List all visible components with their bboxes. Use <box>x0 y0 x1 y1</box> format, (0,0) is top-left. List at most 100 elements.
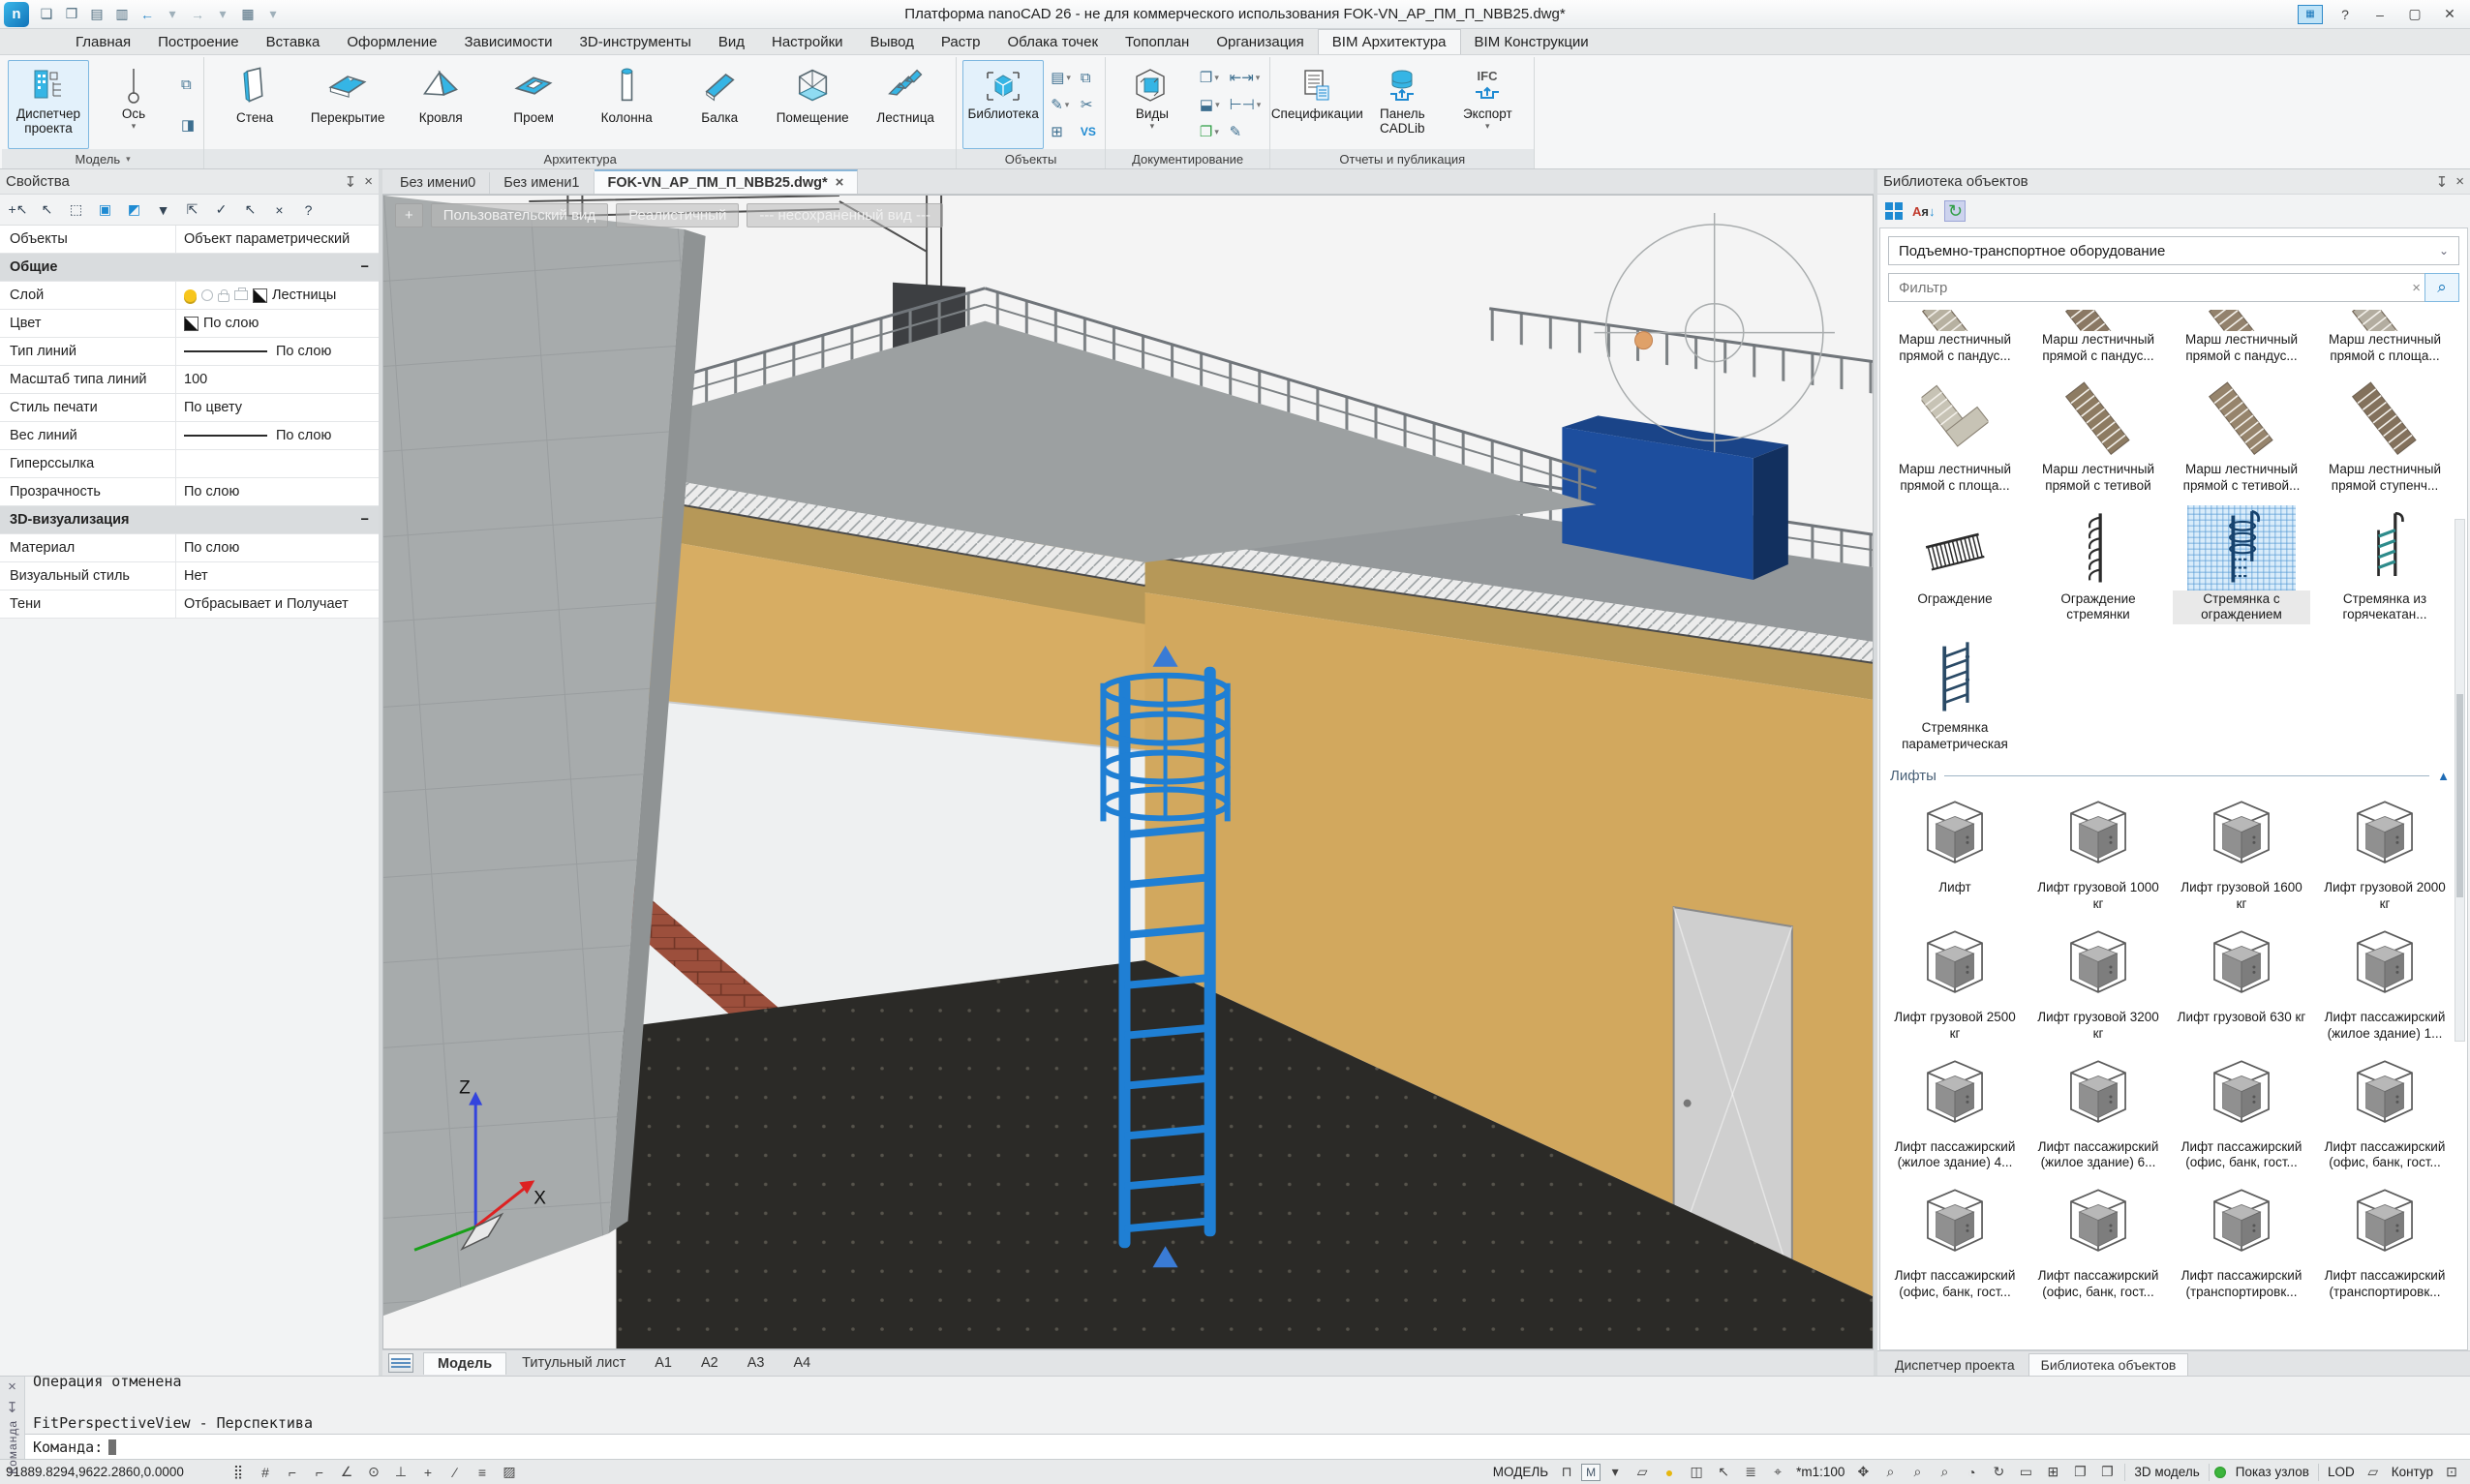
maximize-button[interactable]: ▢ <box>2398 3 2431 26</box>
group-dialog-icon[interactable]: ▾ <box>126 154 131 165</box>
library-button[interactable]: Библиотека <box>962 60 1044 149</box>
views-button[interactable]: Виды ▾ <box>1112 60 1193 149</box>
close-button[interactable]: ✕ <box>2433 3 2466 26</box>
layer-lock-icon[interactable] <box>218 293 229 302</box>
open-file-icon[interactable]: ❒ <box>60 4 83 25</box>
library-item[interactable]: Лифт грузовой 3200 кг <box>2029 924 2167 1044</box>
plane-section-icon[interactable]: ⬓▾ <box>1197 93 1223 116</box>
prop-section-3d-viz[interactable]: 3D-визуализация− <box>0 506 379 534</box>
sheet-tab[interactable]: Модель <box>423 1352 506 1375</box>
view-number-icon[interactable]: ▤▾ <box>1048 66 1074 89</box>
close-icon[interactable]: × <box>8 1378 16 1395</box>
layer-on-icon[interactable] <box>184 289 197 302</box>
ribbon-tab[interactable]: Облака точек <box>993 30 1112 54</box>
update-view-icon[interactable]: ❐▾ <box>1197 120 1223 143</box>
contour-icon[interactable]: ▱ <box>2361 1462 2386 1483</box>
axis-copy-icon[interactable]: ⧉ <box>178 73 198 96</box>
undo-icon[interactable]: ← <box>136 4 159 25</box>
bulb-icon[interactable]: ● <box>1657 1462 1682 1483</box>
add-object-icon[interactable]: ⊞ <box>1048 120 1074 143</box>
prop-row-color[interactable]: Цвет По слою <box>0 310 379 338</box>
cadlib-panel-button[interactable]: Панель CADLib <box>1361 60 1443 149</box>
close-icon[interactable]: × <box>2455 173 2464 191</box>
cube-iso-icon[interactable]: ❐ <box>2094 1462 2119 1483</box>
prop-row-hyperlink[interactable]: Гиперссылка <box>0 450 379 478</box>
library-item[interactable]: Марш лестничный прямой с площа... <box>2316 310 2454 366</box>
dynamic-input-icon[interactable]: ⌖ <box>1765 1462 1790 1483</box>
deselect-icon[interactable]: × <box>266 197 292 222</box>
window-select-icon[interactable]: ⬚ <box>63 197 89 222</box>
zoom-prev-icon[interactable]: ⌕ <box>1932 1462 1957 1483</box>
cursor-select-icon[interactable]: ↖ <box>237 197 263 222</box>
library-item[interactable]: Лифт пассажирский (жилое здание) 4... <box>1886 1053 2024 1173</box>
ribbon-button[interactable]: Стена <box>210 60 299 149</box>
lock-icon[interactable]: ⊓ <box>1554 1462 1579 1483</box>
apply-check-icon[interactable]: ✓ <box>208 197 234 222</box>
library-item[interactable]: Лифт пассажирский (транспортировк... <box>2173 1182 2310 1302</box>
lifts-section-header[interactable]: Лифты ▲ <box>1890 768 2450 784</box>
ribbon-tab[interactable]: Настройки <box>758 30 857 54</box>
ribbon-tab[interactable]: Вид <box>705 30 758 54</box>
cube-view-icon[interactable]: ❐ <box>2067 1462 2092 1483</box>
command-input[interactable]: Команда: <box>25 1434 2470 1459</box>
monitor-icon[interactable]: ▭ <box>2013 1462 2038 1483</box>
axis-button[interactable]: Ось ▾ <box>93 60 174 149</box>
library-item[interactable]: Лифт грузовой 2500 кг <box>1886 924 2024 1044</box>
library-item[interactable]: Лифт грузовой 630 кг <box>2173 924 2310 1044</box>
ribbon-tab[interactable]: Вставка <box>253 30 334 54</box>
sort-alpha-icon[interactable]: Ая↓ <box>1912 204 1935 219</box>
sheet-tab[interactable]: А2 <box>687 1352 732 1375</box>
session-panel-icon[interactable]: ▦ <box>2298 5 2323 24</box>
collapse-section-icon[interactable]: ▲ <box>2437 769 2450 783</box>
zoom-window-icon[interactable]: ⌕ <box>1905 1462 1930 1483</box>
pin-icon[interactable]: ↧ <box>345 173 357 191</box>
category-select[interactable]: Подъемно-транспортное оборудование ⌄ <box>1888 236 2459 265</box>
help-icon[interactable]: ? <box>295 197 321 222</box>
isolate-objects-icon[interactable]: ◫ <box>1684 1462 1709 1483</box>
project-manager-button[interactable]: Диспетчер проекта <box>8 60 89 149</box>
library-item[interactable]: Лифт пассажирский (офис, банк, гост... <box>2316 1053 2454 1173</box>
sheet-tab[interactable]: А3 <box>734 1352 778 1375</box>
viewport-3d-scene[interactable]: Z X <box>383 196 1873 1348</box>
show-nodes-toggle[interactable]: Показ узлов <box>2232 1465 2313 1479</box>
close-icon[interactable]: × <box>364 173 373 191</box>
library-item[interactable]: Марш лестничный прямой ступенч... <box>2316 376 2454 496</box>
snap-polar-icon[interactable]: ⌐ <box>307 1462 332 1483</box>
clear-filter-icon[interactable]: × <box>2412 280 2421 296</box>
ribbon-button[interactable]: Балка <box>675 60 764 149</box>
polar-tracking-icon[interactable]: ⊙ <box>361 1462 386 1483</box>
save-icon[interactable]: ▤ <box>85 4 108 25</box>
chevron-down-icon[interactable]: ▾ <box>1485 122 1490 132</box>
visual-style-button[interactable]: Реалистичный <box>616 203 739 227</box>
sheet-tab[interactable]: А4 <box>779 1352 824 1375</box>
sheet-tab[interactable]: Титульный лист <box>508 1352 639 1375</box>
contour-toggle[interactable]: Контур <box>2388 1465 2437 1479</box>
rotate-view-icon[interactable]: ↻ <box>1986 1462 2011 1483</box>
ribbon-tab[interactable]: Топоплан <box>1112 30 1203 54</box>
library-item[interactable]: Лифт грузовой 1600 кг <box>2173 794 2310 914</box>
ribbon-tab[interactable]: 3D-инструменты <box>566 30 705 54</box>
invert-selection-icon[interactable]: ◩ <box>121 197 147 222</box>
library-item[interactable]: Лифт грузовой 2000 кг <box>2316 794 2454 914</box>
save-all-icon[interactable]: ▥ <box>110 4 134 25</box>
document-tab[interactable]: Без имени1 × <box>490 172 594 194</box>
ribbon-button[interactable]: Перекрытие <box>303 60 392 149</box>
prop-row-objects[interactable]: Объекты Объект параметрический <box>0 226 379 254</box>
zoom-icon[interactable]: ⌕ <box>1877 1462 1903 1483</box>
fullscreen-icon[interactable]: ⊡ <box>2439 1462 2464 1483</box>
sheet-list-icon[interactable] <box>388 1353 413 1373</box>
library-item[interactable]: Стремянка параметрическая <box>1886 634 2024 754</box>
library-item[interactable]: Лифт грузовой 1000 кг <box>2029 794 2167 914</box>
library-item[interactable]: Марш лестничный прямой с тетивой <box>2029 376 2167 496</box>
layer-freeze-icon[interactable] <box>201 289 213 301</box>
refresh-icon[interactable]: ↻ <box>1944 200 1966 222</box>
crossing-select-icon[interactable]: ▣ <box>92 197 118 222</box>
library-item[interactable]: Лифт пассажирский (офис, банк, гост... <box>1886 1182 2024 1302</box>
quick-filter-icon[interactable]: ▼ <box>150 197 176 222</box>
select-icon[interactable]: ↖ <box>34 197 60 222</box>
ribbon-tab[interactable]: BIM Архитектура <box>1318 29 1461 54</box>
scale-display[interactable]: *m1:100 <box>1792 1465 1848 1479</box>
library-scrollbar[interactable] <box>2455 519 2465 1042</box>
ribbon-tab[interactable]: Зависимости <box>451 30 566 54</box>
minimize-button[interactable]: – <box>2363 3 2396 26</box>
